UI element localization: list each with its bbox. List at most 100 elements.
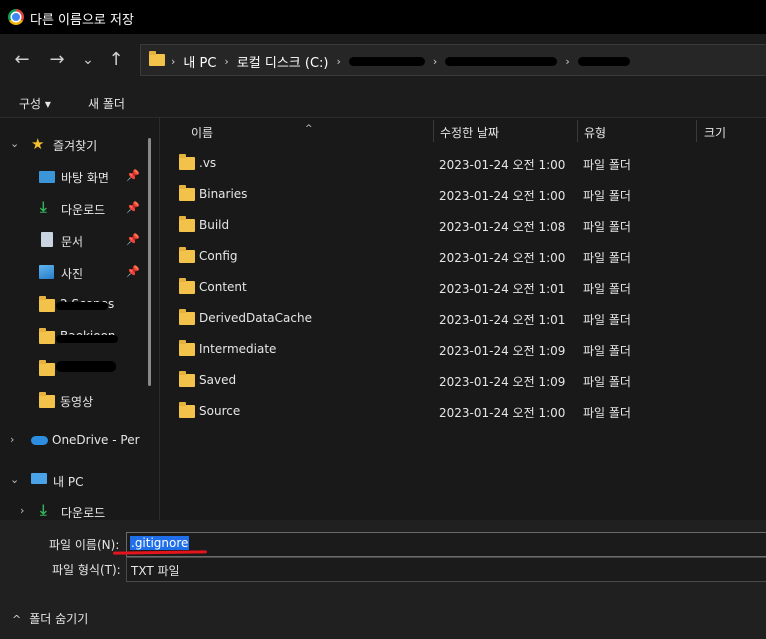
- chevron-down-icon[interactable]: ⌄: [10, 473, 19, 486]
- chevron-right-icon: ›: [224, 55, 229, 68]
- redaction-mark: [56, 335, 118, 343]
- sidebar-item-onedrive[interactable]: › OneDrive - Perso: [0, 430, 150, 452]
- filetype-value: TXT 파일: [131, 564, 180, 578]
- sidebar-item-label: 즐겨찾기: [53, 139, 98, 153]
- organize-button[interactable]: 구성 ▾: [19, 95, 51, 112]
- hide-folders-button[interactable]: ^ 폴더 숨기기: [12, 610, 88, 627]
- sidebar-item-folder[interactable]: [0, 358, 150, 380]
- column-header-type[interactable]: 유형: [578, 118, 696, 146]
- file-modified: 2023-01-24 오전 1:09: [439, 375, 566, 389]
- sidebar-item-videos[interactable]: 동영상: [0, 390, 150, 412]
- file-type: 파일 폴더: [583, 282, 631, 296]
- sidebar-item-folder[interactable]: Baekjoon: [0, 326, 150, 348]
- folder-icon: [39, 392, 55, 408]
- redacted-path-segment: [445, 57, 558, 66]
- folder-icon: [39, 296, 55, 312]
- breadcrumb-local-disk[interactable]: 로컬 디스크 (C:): [237, 52, 329, 71]
- table-row[interactable]: DerivedDataCache 2023-01-24 오전 1:01 파일 폴…: [161, 303, 766, 334]
- sidebar-item-quick-access[interactable]: ⌄ ★ 즐겨찾기: [0, 134, 150, 156]
- folder-icon: [39, 328, 55, 344]
- folder-icon: [179, 402, 195, 418]
- sidebar-item-label: 사진: [61, 267, 84, 281]
- sort-ascending-icon: ^: [305, 124, 313, 134]
- chevron-right-icon[interactable]: ›: [10, 433, 14, 446]
- star-icon: ★: [31, 135, 45, 153]
- folder-icon: [39, 360, 55, 376]
- forward-button[interactable]: →: [45, 48, 69, 72]
- table-row[interactable]: Build 2023-01-24 오전 1:08 파일 폴더: [161, 210, 766, 241]
- sidebar-item-documents[interactable]: 문서 📌: [0, 230, 150, 252]
- folder-icon: [179, 340, 195, 356]
- column-header-label: 수정한 날짜: [440, 126, 500, 140]
- picture-icon: [39, 265, 54, 279]
- folder-icon: [149, 51, 165, 66]
- chevron-right-icon: ›: [336, 55, 341, 68]
- filename-input[interactable]: .gitignore: [126, 532, 766, 557]
- desktop-icon: [39, 171, 55, 183]
- file-name: Content: [199, 280, 247, 294]
- table-row[interactable]: Content 2023-01-24 오전 1:01 파일 폴더: [161, 272, 766, 303]
- file-modified: 2023-01-24 오전 1:01: [439, 282, 566, 296]
- sidebar-item-label: 문서: [61, 235, 84, 249]
- sidebar-item-this-pc[interactable]: ⌄ 내 PC: [0, 470, 150, 492]
- pin-icon: 📌: [126, 201, 140, 214]
- file-type: 파일 폴더: [583, 251, 631, 265]
- folder-icon: [179, 185, 195, 201]
- new-folder-button[interactable]: 새 폴더: [88, 95, 125, 112]
- folder-icon: [179, 371, 195, 387]
- file-name: Build: [199, 218, 230, 232]
- filetype-select[interactable]: TXT 파일: [126, 557, 766, 582]
- file-type: 파일 폴더: [583, 189, 631, 203]
- table-row[interactable]: .vs 2023-01-24 오전 1:00 파일 폴더: [161, 148, 766, 179]
- filetype-label: 파일 형식(T):: [52, 563, 121, 577]
- table-row[interactable]: Config 2023-01-24 오전 1:00 파일 폴더: [161, 241, 766, 272]
- address-bar[interactable]: › 내 PC › 로컬 디스크 (C:) › › ›: [140, 44, 766, 76]
- file-name: DerivedDataCache: [199, 311, 312, 325]
- file-modified: 2023-01-24 오전 1:00: [439, 158, 566, 172]
- chrome-icon: [8, 9, 24, 25]
- chevron-down-icon[interactable]: ⌄: [10, 137, 19, 150]
- column-header-modified[interactable]: 수정한 날짜: [434, 118, 578, 146]
- folder-icon: [179, 278, 195, 294]
- recent-locations-button[interactable]: ⌄: [76, 48, 100, 72]
- sidebar-item-this-pc-downloads[interactable]: › ⤓ 다운로드: [0, 501, 150, 520]
- hide-folders-label: 폴더 숨기기: [29, 612, 89, 626]
- file-modified: 2023-01-24 오전 1:00: [439, 406, 566, 420]
- file-list: 이름 ^ 수정한 날짜 유형 크기 .vs 2023-01-24 오전 1:00…: [161, 118, 766, 520]
- chevron-right-icon[interactable]: ›: [20, 504, 24, 517]
- sidebar-item-label: 다운로드: [61, 203, 106, 217]
- sidebar-item-label: 동영상: [60, 395, 94, 409]
- sidebar-item-pictures[interactable]: 사진 📌: [0, 262, 150, 284]
- sidebar-scrollbar[interactable]: [148, 138, 151, 386]
- column-header-label: 크기: [704, 126, 727, 140]
- sidebar-item-label: 바탕 화면: [61, 171, 109, 185]
- redacted-path-segment: [348, 57, 425, 66]
- filename-label: 파일 이름(N):: [49, 538, 120, 552]
- navigation-bar: ← → ⌄ ↑ › 내 PC › 로컬 디스크 (C:) › › ›: [0, 34, 766, 86]
- column-header-size[interactable]: 크기: [697, 118, 766, 146]
- sidebar-item-label: OneDrive - Perso: [52, 433, 140, 447]
- file-type: 파일 폴더: [583, 220, 631, 234]
- pin-icon: 📌: [126, 265, 140, 278]
- file-modified: 2023-01-24 오전 1:09: [439, 344, 566, 358]
- table-row[interactable]: Binaries 2023-01-24 오전 1:00 파일 폴더: [161, 179, 766, 210]
- up-button[interactable]: ↑: [104, 48, 128, 72]
- redaction-mark: [56, 361, 116, 372]
- table-row[interactable]: Intermediate 2023-01-24 오전 1:09 파일 폴더: [161, 334, 766, 365]
- table-row[interactable]: Source 2023-01-24 오전 1:00 파일 폴더: [161, 396, 766, 427]
- breadcrumb-this-pc[interactable]: 내 PC: [183, 52, 216, 71]
- back-button[interactable]: ←: [10, 48, 34, 72]
- command-bar: 구성 ▾ 새 폴더: [0, 86, 766, 118]
- column-header-label: 유형: [584, 126, 607, 140]
- column-header-name[interactable]: 이름 ^: [161, 118, 433, 146]
- download-icon: ⤓: [40, 501, 47, 519]
- file-type: 파일 폴더: [583, 313, 631, 327]
- folder-icon: [179, 309, 195, 325]
- chevron-right-icon: ›: [171, 55, 176, 68]
- sidebar-item-folder[interactable]: 2.Scenes: [0, 294, 150, 316]
- sidebar-item-desktop[interactable]: 바탕 화면 📌: [0, 166, 150, 188]
- sidebar-item-downloads[interactable]: ⤓ 다운로드 📌: [0, 198, 150, 220]
- table-row[interactable]: Saved 2023-01-24 오전 1:09 파일 폴더: [161, 365, 766, 396]
- redaction-mark: [56, 302, 108, 310]
- file-modified: 2023-01-24 오전 1:08: [439, 220, 566, 234]
